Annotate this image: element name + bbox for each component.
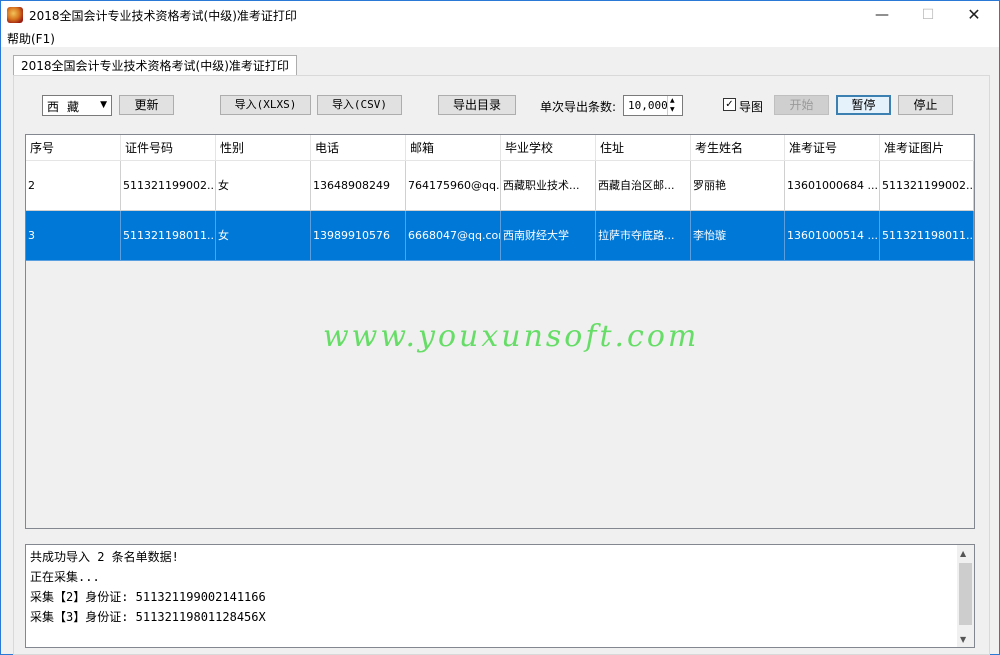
table-row-selected[interactable]: 3 511321198011... 女 13989910576 6668047@…: [26, 211, 974, 261]
cell-email[interactable]: 764175960@qq...: [406, 161, 501, 211]
watermark-text: www.youxunsoft.com: [323, 319, 700, 354]
cell-admission-number[interactable]: 13601000514 ...: [785, 211, 880, 261]
batch-size-value: 10,000: [628, 99, 668, 112]
app-window: 2018全国会计专业技术资格考试(中级)准考证打印 — ☐ ✕ 帮助(F1) 2…: [0, 0, 1000, 655]
window-title: 2018全国会计专业技术资格考试(中级)准考证打印: [29, 9, 297, 23]
menu-bar: 帮助(F1): [1, 29, 999, 47]
column-header[interactable]: 电话: [311, 135, 406, 161]
log-line: 采集【2】身份证: 511321199002141166: [30, 590, 266, 604]
export-directory-button[interactable]: 导出目录: [438, 95, 516, 115]
stepper-up-icon[interactable]: ▲: [670, 97, 675, 104]
scroll-thumb[interactable]: [959, 563, 972, 625]
cell-admission-number[interactable]: 13601000684 ...: [785, 161, 880, 211]
cell-school[interactable]: 西藏职业技术...: [501, 161, 596, 211]
cell-gender[interactable]: 女: [216, 211, 311, 261]
export-image-label: 导图: [739, 100, 764, 114]
pause-button[interactable]: 暂停: [836, 95, 891, 115]
scroll-down-icon[interactable]: ▼: [960, 635, 966, 644]
column-header[interactable]: 考生姓名: [691, 135, 785, 161]
column-header[interactable]: 准考证图片: [880, 135, 974, 161]
cell-id-number[interactable]: 511321198011...: [121, 211, 216, 261]
import-xlsx-button[interactable]: 导入(XLXS): [220, 95, 311, 115]
cell-index[interactable]: 3: [26, 211, 121, 261]
log-line: 采集【3】身份证: 51132119801128456X: [30, 610, 266, 624]
region-select[interactable]: 西藏 ▼: [42, 95, 112, 116]
cell-email[interactable]: 6668047@qq.com: [406, 211, 501, 261]
chevron-down-icon[interactable]: ▼: [100, 100, 107, 110]
column-header[interactable]: 序号: [26, 135, 121, 161]
cell-gender[interactable]: 女: [216, 161, 311, 211]
export-image-checkbox[interactable]: ✓: [723, 98, 736, 111]
maximize-button[interactable]: ☐: [905, 1, 951, 29]
stepper-down-icon[interactable]: ▼: [670, 106, 675, 113]
column-header[interactable]: 准考证号: [785, 135, 880, 161]
close-button[interactable]: ✕: [951, 1, 997, 29]
minimize-button[interactable]: —: [859, 1, 905, 29]
cell-admission-image[interactable]: 511321198011...: [880, 211, 974, 261]
cell-index[interactable]: 2: [26, 161, 121, 211]
update-button[interactable]: 更新: [119, 95, 174, 115]
cell-address[interactable]: 拉萨市夺底路...: [596, 211, 691, 261]
column-header[interactable]: 住址: [596, 135, 691, 161]
log-line: 正在采集...: [30, 570, 100, 584]
import-csv-button[interactable]: 导入(CSV): [317, 95, 402, 115]
cell-phone[interactable]: 13648908249: [311, 161, 406, 211]
batch-size-stepper[interactable]: 10,000 ▲ ▼: [623, 95, 683, 116]
column-header[interactable]: 性别: [216, 135, 311, 161]
batch-size-label: 单次导出条数:: [540, 100, 617, 114]
cell-phone[interactable]: 13989910576: [311, 211, 406, 261]
cell-name[interactable]: 罗丽艳: [691, 161, 785, 211]
column-header[interactable]: 邮箱: [406, 135, 501, 161]
title-bar[interactable]: 2018全国会计专业技术资格考试(中级)准考证打印 — ☐ ✕: [1, 1, 999, 29]
column-header[interactable]: 证件号码: [121, 135, 216, 161]
log-scrollbar[interactable]: ▲ ▼: [957, 545, 974, 647]
table-row[interactable]: 2 511321199002... 女 13648908249 76417596…: [26, 161, 974, 211]
cell-id-number[interactable]: 511321199002...: [121, 161, 216, 211]
log-output[interactable]: 共成功导入 2 条名单数据! 正在采集... 采集【2】身份证: 5113211…: [25, 544, 975, 648]
log-line: 共成功导入 2 条名单数据!: [30, 550, 179, 564]
stop-button[interactable]: 停止: [898, 95, 953, 115]
cell-admission-image[interactable]: 511321199002...: [880, 161, 974, 211]
scroll-up-icon[interactable]: ▲: [960, 549, 966, 558]
column-header[interactable]: 毕业学校: [501, 135, 596, 161]
cell-address[interactable]: 西藏自治区邮...: [596, 161, 691, 211]
app-logo-icon: [7, 7, 23, 23]
tab-admission-print[interactable]: 2018全国会计专业技术资格考试(中级)准考证打印: [13, 55, 297, 76]
region-select-value: 西藏: [47, 100, 88, 114]
menu-help[interactable]: 帮助(F1): [7, 30, 55, 47]
cell-name[interactable]: 李怡璇: [691, 211, 785, 261]
cell-school[interactable]: 西南财经大学: [501, 211, 596, 261]
stepper-buttons[interactable]: ▲ ▼: [667, 96, 682, 115]
start-button[interactable]: 开始: [774, 95, 829, 115]
table-header: 序号 证件号码 性别 电话 邮箱 毕业学校 住址 考生姓名 准考证号 准考证图片: [26, 135, 974, 161]
